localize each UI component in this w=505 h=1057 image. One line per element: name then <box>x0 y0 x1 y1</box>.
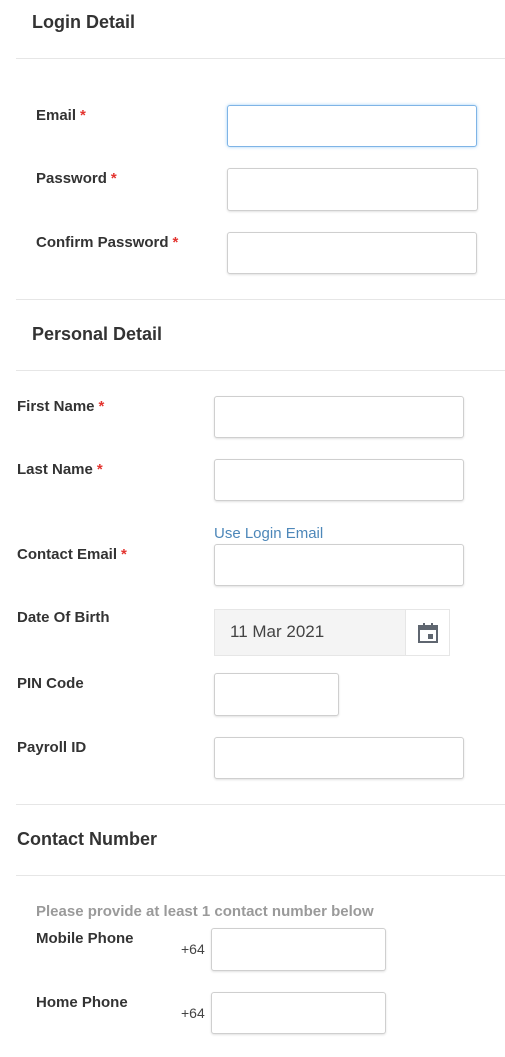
contact-email-label: Contact Email * <box>17 546 127 563</box>
mobile-country-prefix: +64 <box>181 941 205 957</box>
email-label: Email * <box>36 107 86 124</box>
required-mark: * <box>121 546 127 563</box>
first-name-label-text: First Name <box>17 398 95 415</box>
confirm-password-label: Confirm Password * <box>36 234 178 251</box>
password-input[interactable] <box>227 168 478 211</box>
required-mark: * <box>98 398 105 415</box>
password-label: Password * <box>36 170 117 187</box>
home-phone-label: Home Phone <box>36 994 128 1011</box>
contact-number-hint: Please provide at least 1 contact number… <box>36 903 374 920</box>
dob-input[interactable]: 11 Mar 2021 <box>214 609 406 656</box>
divider <box>16 875 505 876</box>
required-mark: * <box>80 107 86 124</box>
use-login-email-link[interactable]: Use Login Email <box>214 525 323 542</box>
required-mark: * <box>110 170 117 187</box>
password-label-text: Password <box>36 170 107 187</box>
calendar-icon <box>417 622 438 643</box>
contact-email-label-text: Contact Email <box>17 546 118 563</box>
home-country-prefix: +64 <box>181 1005 205 1021</box>
section-title-contact-number: Contact Number <box>17 829 158 849</box>
mobile-phone-input[interactable] <box>211 928 386 971</box>
first-name-input[interactable] <box>214 396 464 438</box>
divider <box>16 804 505 805</box>
dob-label: Date Of Birth <box>17 609 110 626</box>
last-name-label: Last Name * <box>17 461 103 478</box>
divider <box>16 299 505 300</box>
email-label-text: Email <box>36 107 77 124</box>
section-title-login-detail: Login Detail <box>32 12 135 32</box>
payroll-id-label: Payroll ID <box>17 739 87 756</box>
section-title-personal-detail: Personal Detail <box>32 324 163 344</box>
calendar-button[interactable] <box>405 609 450 656</box>
divider <box>16 370 505 371</box>
email-input[interactable] <box>227 105 477 147</box>
last-name-label-text: Last Name <box>17 461 93 478</box>
last-name-input[interactable] <box>214 459 464 501</box>
payroll-id-input[interactable] <box>214 737 464 779</box>
pin-code-input[interactable] <box>214 673 339 716</box>
divider <box>16 58 505 59</box>
first-name-label: First Name * <box>17 398 104 415</box>
required-mark: * <box>96 461 103 478</box>
required-mark: * <box>172 234 179 251</box>
contact-email-input[interactable] <box>214 544 464 586</box>
mobile-phone-label: Mobile Phone <box>36 930 134 947</box>
pin-code-label: PIN Code <box>17 675 84 692</box>
confirm-password-input[interactable] <box>227 232 477 274</box>
home-phone-input[interactable] <box>211 992 386 1034</box>
confirm-password-label-text: Confirm Password <box>36 234 169 251</box>
